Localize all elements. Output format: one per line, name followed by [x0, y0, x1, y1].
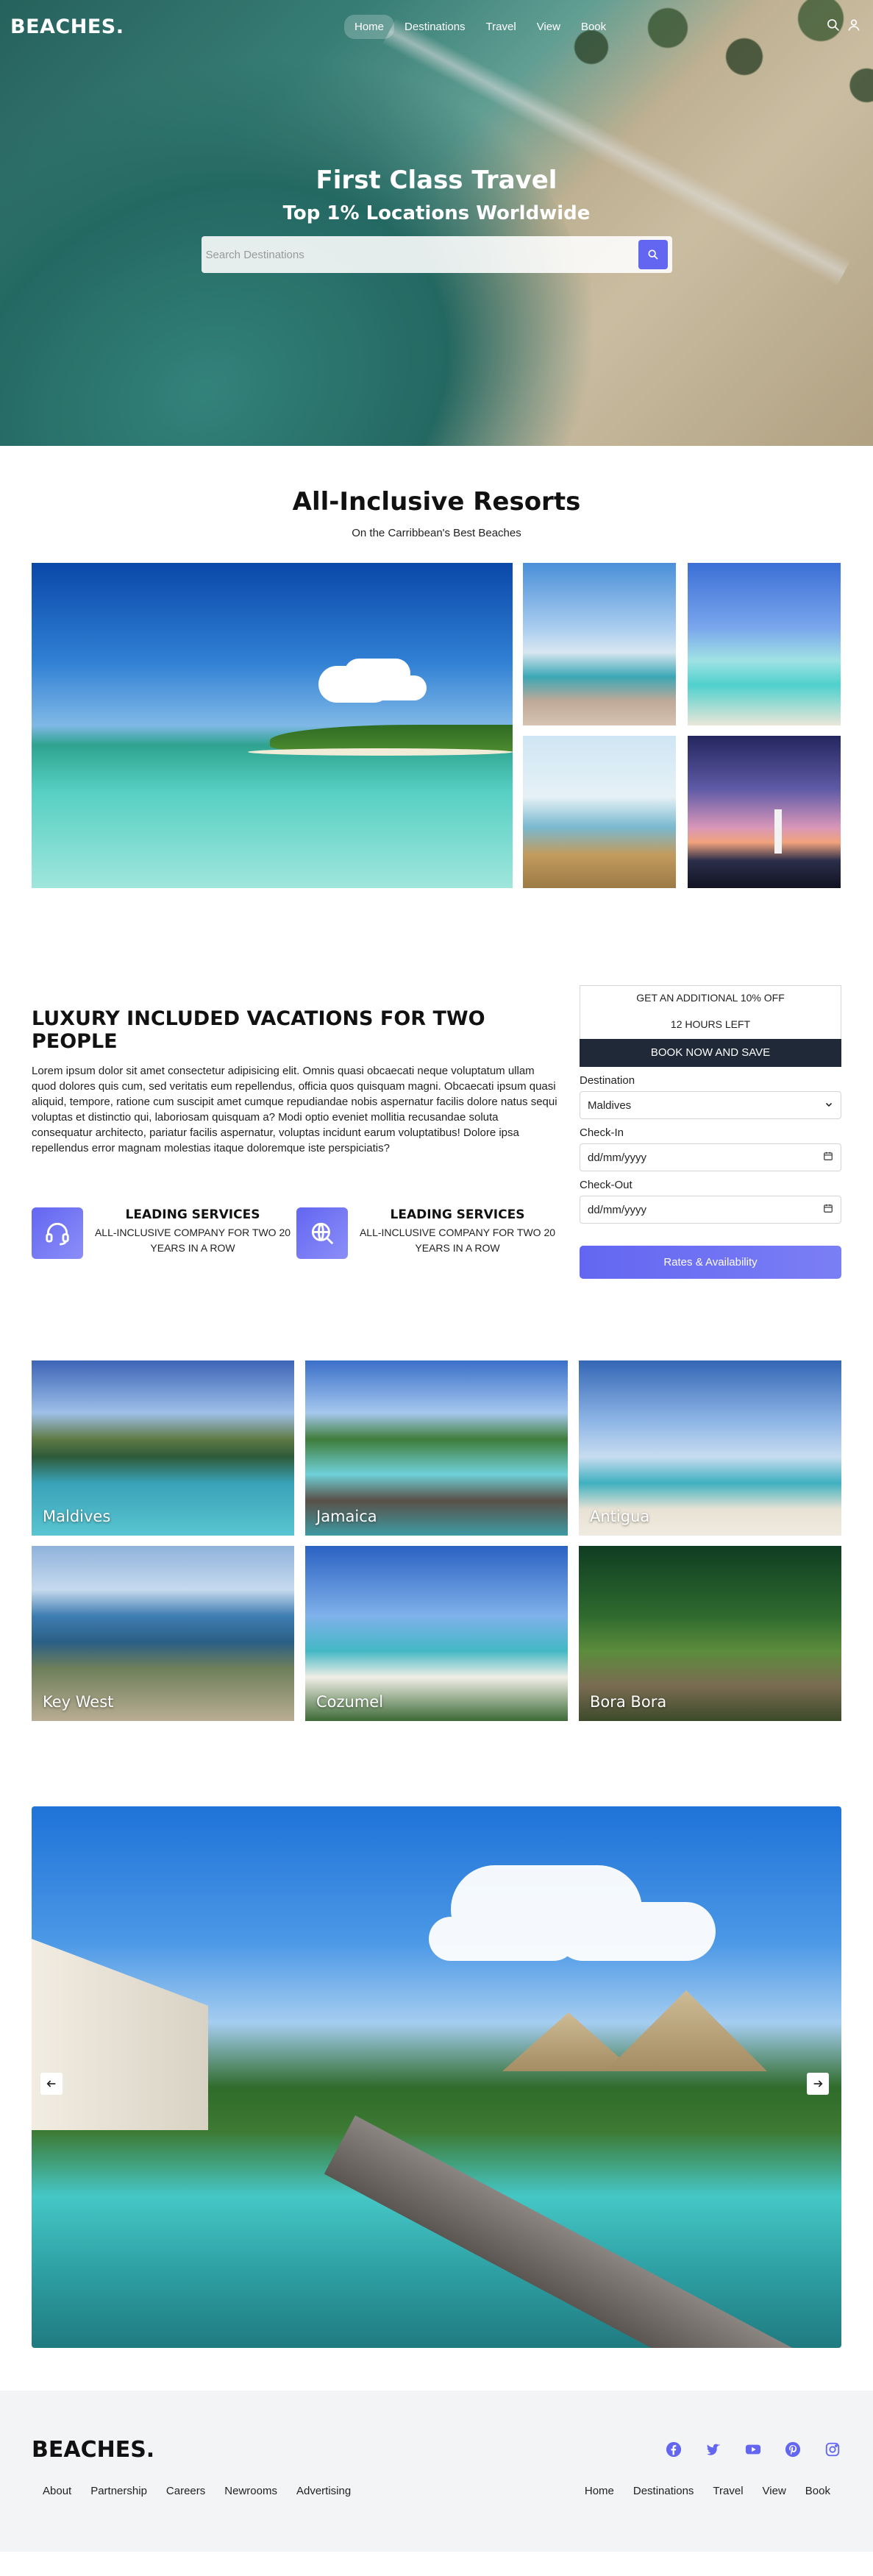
footer-left-links: About Partnership Careers Newrooms Adver…: [43, 2485, 351, 2497]
headset-icon: [32, 1207, 83, 1259]
carousel-next-button[interactable]: [807, 2073, 829, 2095]
calendar-icon[interactable]: [823, 1203, 833, 1216]
destination-card-key-west[interactable]: Key West: [32, 1546, 294, 1721]
footer-link-newrooms[interactable]: Newrooms: [224, 2485, 277, 2497]
carousel-prev-button[interactable]: [40, 2073, 63, 2095]
footer-link-home[interactable]: Home: [585, 2485, 614, 2497]
destination-card-jamaica[interactable]: Jamaica: [305, 1360, 568, 1536]
service-card: LEADING SERVICES ALL-INCLUSIVE COMPANY F…: [32, 1207, 296, 1259]
destination-value: Maldives: [588, 1099, 632, 1112]
gallery-image-main: [32, 563, 513, 888]
resorts-title: All-Inclusive Resorts: [292, 487, 581, 517]
rates-availability-button[interactable]: Rates & Availability: [580, 1246, 841, 1279]
checkin-date-input[interactable]: dd/mm/yyyy: [580, 1143, 841, 1171]
youtube-icon[interactable]: [744, 2441, 762, 2458]
nav-link-book[interactable]: Book: [571, 15, 616, 39]
nav-links: Home Destinations Travel View Book: [344, 0, 616, 53]
resorts-subtitle: On the Carribbean's Best Beaches: [352, 527, 521, 539]
nav-link-home[interactable]: Home: [344, 14, 395, 39]
footer-link-destinations[interactable]: Destinations: [633, 2485, 694, 2497]
pinterest-icon[interactable]: [784, 2441, 802, 2458]
gallery-image-palm-beach: [688, 563, 841, 725]
footer-link-travel[interactable]: Travel: [713, 2485, 743, 2497]
checkout-placeholder: dd/mm/yyyy: [588, 1203, 647, 1216]
destination-card-bora-bora[interactable]: Bora Bora: [579, 1546, 841, 1721]
destination-label: Bora Bora: [590, 1693, 667, 1711]
service-title: LEADING SERVICES: [125, 1207, 260, 1222]
search-icon[interactable]: [826, 18, 841, 36]
checkin-label: Check-In: [580, 1126, 624, 1139]
hero-section: BEACHES. Home Destinations Travel View B…: [0, 0, 873, 446]
logo[interactable]: BEACHES.: [10, 15, 124, 38]
service-card: LEADING SERVICES ALL-INCLUSIVE COMPANY F…: [296, 1207, 561, 1259]
footer-link-about[interactable]: About: [43, 2485, 71, 2497]
services: LEADING SERVICES ALL-INCLUSIVE COMPANY F…: [32, 1207, 561, 1259]
checkin-placeholder: dd/mm/yyyy: [588, 1151, 647, 1164]
destination-card-maldives[interactable]: Maldives: [32, 1360, 294, 1536]
luxury-description: Lorem ipsum dolor sit amet consectetur a…: [32, 1065, 557, 1154]
facebook-icon[interactable]: [665, 2441, 683, 2458]
image-carousel: [32, 1806, 841, 2348]
resorts-section: All-Inclusive Resorts On the Carribbean'…: [0, 446, 873, 888]
search-button[interactable]: [638, 240, 668, 269]
social-links: [665, 2441, 841, 2458]
countdown-text: 12 HOURS LEFT: [670, 1018, 751, 1030]
booking-form: GET AN ADDITIONAL 10% OFF 12 HOURS LEFT …: [580, 985, 841, 1279]
destination-select[interactable]: Maldives: [580, 1091, 841, 1119]
search-icon: [648, 249, 658, 260]
destination-label: Antigua: [590, 1508, 650, 1525]
checkout-date-input[interactable]: dd/mm/yyyy: [580, 1196, 841, 1224]
footer-logo[interactable]: BEACHES.: [32, 2437, 154, 2463]
nav-link-view[interactable]: View: [527, 15, 571, 39]
chevron-down-icon: [824, 1099, 833, 1112]
destination-label: Cozumel: [316, 1693, 384, 1711]
footer-link-view[interactable]: View: [763, 2485, 786, 2497]
offer-text: GET AN ADDITIONAL 10% OFF: [636, 992, 785, 1004]
service-description: ALL-INCLUSIVE COMPANY FOR TWO 20 YEARS I…: [359, 1227, 556, 1254]
search-input[interactable]: [205, 241, 638, 269]
calendar-icon[interactable]: [823, 1151, 833, 1164]
destination-label: Key West: [43, 1693, 114, 1711]
footer-link-book[interactable]: Book: [805, 2485, 830, 2497]
luxury-section: LUXURY INCLUDED VACATIONS FOR TWO PEOPLE…: [32, 985, 841, 1302]
book-now-button[interactable]: BOOK NOW AND SAVE: [580, 1039, 841, 1067]
instagram-icon[interactable]: [824, 2441, 841, 2458]
footer: BEACHES. About Partnership Careers Newro…: [0, 2391, 873, 2552]
destination-label: Maldives: [43, 1508, 111, 1525]
nav-link-travel[interactable]: Travel: [476, 15, 527, 39]
user-icon[interactable]: [847, 18, 861, 36]
offer-box: GET AN ADDITIONAL 10% OFF 12 HOURS LEFT: [580, 985, 841, 1039]
footer-right-links: Home Destinations Travel View Book: [585, 2485, 830, 2497]
destination-card-cozumel[interactable]: Cozumel: [305, 1546, 568, 1721]
luxury-title: LUXURY INCLUDED VACATIONS FOR TWO PEOPLE: [32, 1007, 485, 1053]
arrow-right-icon: [813, 2080, 823, 2087]
twitter-icon[interactable]: [705, 2441, 722, 2458]
gallery-image-lighthouse: [688, 736, 841, 888]
service-title: LEADING SERVICES: [390, 1207, 525, 1222]
globe-search-icon: [296, 1207, 348, 1259]
resort-gallery: [32, 563, 841, 888]
gallery-image-dune-grass: [523, 736, 676, 888]
navbar: BEACHES. Home Destinations Travel View B…: [0, 0, 873, 53]
arrow-left-icon: [46, 2080, 56, 2087]
destination-label: Jamaica: [316, 1508, 377, 1525]
footer-link-partnership[interactable]: Partnership: [90, 2485, 147, 2497]
search-bar: [201, 236, 672, 273]
footer-link-advertising[interactable]: Advertising: [296, 2485, 351, 2497]
footer-link-careers[interactable]: Careers: [166, 2485, 205, 2497]
gallery-image-rocky-beach: [523, 563, 676, 725]
destination-label: Destination: [580, 1074, 635, 1087]
checkout-label: Check-Out: [580, 1179, 633, 1191]
destinations-grid: Maldives Jamaica Antigua Key West Cozume…: [32, 1360, 841, 1721]
hero-title: First Class Travel: [316, 166, 557, 195]
nav-link-destinations[interactable]: Destinations: [394, 15, 476, 39]
destination-card-antigua[interactable]: Antigua: [579, 1360, 841, 1536]
service-description: ALL-INCLUSIVE COMPANY FOR TWO 20 YEARS I…: [94, 1227, 291, 1254]
hero-subtitle: Top 1% Locations Worldwide: [282, 202, 591, 224]
